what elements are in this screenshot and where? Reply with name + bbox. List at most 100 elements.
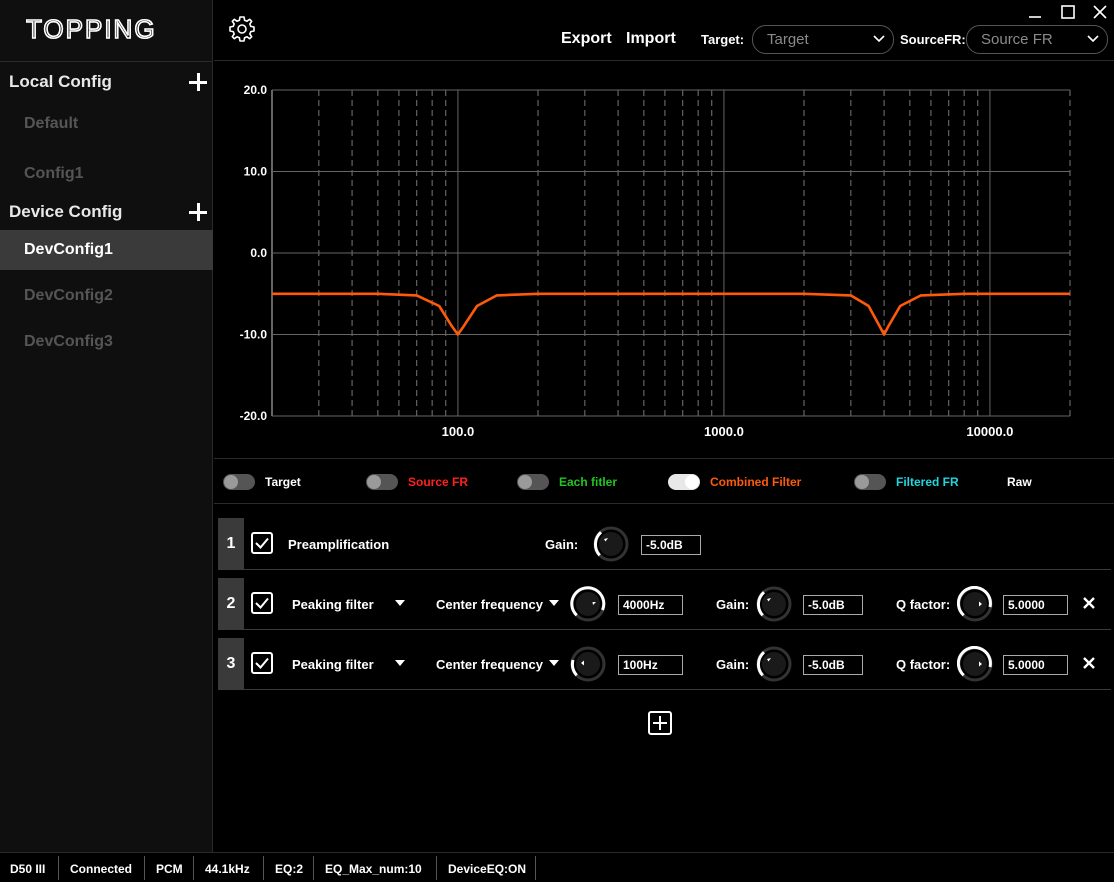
toggle-each-filter[interactable] [517, 474, 549, 490]
status-eq-count: EQ:2 [275, 862, 304, 876]
target-select[interactable]: Target [752, 25, 894, 54]
app-window: TOPPING Local Config Default Config1 Dev… [0, 0, 1114, 882]
y-tick-label: 0.0 [250, 246, 267, 260]
topping-logo: TOPPING [26, 14, 157, 44]
frequency-response-chart[interactable]: 20.0 10.0 0.0 -10.0 -20.0 100.0 1000.0 10000.0 [214, 62, 1114, 458]
status-separator [58, 856, 59, 880]
filter-type-select[interactable]: Peaking filter [292, 597, 374, 612]
import-button[interactable]: Import [626, 30, 676, 48]
maximize-icon[interactable] [1059, 3, 1077, 21]
filter-index: 3 [218, 638, 244, 690]
frequency-input[interactable]: 100Hz [618, 655, 683, 675]
filter-row: 2 Peaking filter Center frequency 4000Hz… [218, 578, 1111, 630]
gain-knob[interactable] [756, 586, 792, 622]
sourcefr-label: SourceFR: [900, 32, 966, 47]
device-config-heading: Device Config [9, 202, 123, 221]
caret-down-icon[interactable] [395, 660, 405, 666]
sidebar: TOPPING Local Config Default Config1 Dev… [0, 0, 213, 852]
add-device-config-icon[interactable] [188, 202, 208, 222]
toggle-label-combined-filter: Combined Filter [710, 475, 802, 489]
toggle-label-raw[interactable]: Raw [1007, 475, 1032, 489]
toggle-source-fr[interactable] [366, 474, 398, 490]
close-window-icon[interactable] [1091, 3, 1109, 21]
filter-enable-checkbox[interactable] [251, 592, 273, 614]
toggle-knob [685, 475, 699, 489]
frequency-knob[interactable] [570, 646, 606, 682]
toggle-label-each-filter: Each fitler [559, 475, 618, 489]
device-config-item-devconfig2[interactable]: DevConfig2 [0, 276, 213, 316]
add-local-config-icon[interactable] [188, 72, 208, 92]
checkmark-icon [255, 537, 269, 549]
status-format: PCM [156, 862, 183, 876]
toggle-knob [224, 475, 238, 489]
preamp-gain-input[interactable]: -5.0dB [641, 535, 701, 555]
checkmark-icon [255, 657, 269, 669]
q-factor-input[interactable]: 5.0000 [1003, 595, 1068, 615]
gain-knob[interactable] [756, 646, 792, 682]
chevron-down-icon [873, 35, 885, 43]
toggle-filtered-fr[interactable] [854, 474, 886, 490]
target-select-value: Target [767, 31, 809, 48]
status-device: D50 III [10, 862, 46, 876]
center-frequency-select[interactable]: Center frequency [436, 657, 543, 672]
status-separator [193, 856, 194, 880]
sidebar-divider [0, 61, 213, 62]
toggle-knob [518, 475, 532, 489]
series-line-combined-filter [272, 292, 1070, 336]
caret-down-icon[interactable] [549, 660, 559, 666]
x-tick-label: 100.0 [442, 424, 475, 439]
top-bar: Export Import Target: Target SourceFR: S… [214, 0, 1114, 61]
frequency-input[interactable]: 4000Hz [618, 595, 683, 615]
y-tick-label: -10.0 [240, 328, 268, 342]
chart-y-axis: 20.0 10.0 0.0 -10.0 -20.0 [240, 83, 268, 423]
filter-type-select[interactable]: Peaking filter [292, 657, 374, 672]
q-factor-knob[interactable] [957, 586, 993, 622]
gain-label: Gain: [716, 597, 750, 612]
toggle-combined-filter[interactable] [668, 474, 700, 490]
filter-index: 1 [218, 518, 244, 570]
status-samplerate: 44.1kHz [205, 862, 250, 876]
toggle-target[interactable] [223, 474, 255, 490]
status-eq-max: EQ_Max_num:10 [325, 862, 422, 876]
minimize-icon[interactable] [1026, 3, 1044, 21]
status-separator [263, 856, 264, 880]
local-config-item-config1[interactable]: Config1 [0, 154, 213, 194]
y-tick-label: 10.0 [244, 165, 268, 179]
status-separator [144, 856, 145, 880]
chart-series [272, 292, 1070, 336]
q-factor-knob[interactable] [957, 646, 993, 682]
delete-filter-icon[interactable] [1082, 596, 1096, 610]
center-frequency-select[interactable]: Center frequency [436, 597, 543, 612]
caret-down-icon[interactable] [549, 600, 559, 606]
preamp-gain-knob[interactable] [593, 526, 629, 562]
export-button[interactable]: Export [561, 30, 612, 48]
local-config-item-default[interactable]: Default [0, 104, 213, 144]
delete-filter-icon[interactable] [1082, 656, 1096, 670]
filter-enable-checkbox[interactable] [251, 532, 273, 554]
device-config-item-devconfig3[interactable]: DevConfig3 [0, 322, 213, 362]
checkmark-icon [255, 597, 269, 609]
toggle-knob [855, 475, 869, 489]
gear-icon[interactable] [229, 16, 255, 42]
sourcefr-select-value: Source FR [981, 31, 1053, 48]
preamp-label: Preamplification [288, 537, 390, 552]
device-config-item-devconfig1[interactable]: DevConfig1 [0, 230, 213, 270]
q-factor-input[interactable]: 5.0000 [1003, 655, 1068, 675]
x-tick-label: 10000.0 [966, 424, 1013, 439]
sourcefr-select[interactable]: Source FR [966, 25, 1108, 54]
toggle-knob [367, 475, 381, 489]
frequency-knob[interactable] [570, 586, 606, 622]
add-filter-icon[interactable] [648, 711, 672, 735]
status-bar: D50 III Connected PCM 44.1kHz EQ:2 EQ_Ma… [0, 852, 1114, 882]
filter-row: 3 Peaking filter Center frequency 100Hz … [218, 638, 1111, 690]
toggle-label-filtered-fr: Filtered FR [896, 475, 959, 489]
filter-enable-checkbox[interactable] [251, 652, 273, 674]
toggle-label-source-fr: Source FR [408, 475, 469, 489]
logo-text: TOPPING [26, 14, 157, 44]
display-toggles: Target Source FR Each fitler Combined Fi… [214, 458, 1114, 504]
gain-input[interactable]: -5.0dB [803, 655, 863, 675]
caret-down-icon[interactable] [395, 600, 405, 606]
filter-row-preamp: 1 Preamplification Gain: -5.0dB [218, 518, 1111, 570]
gain-input[interactable]: -5.0dB [803, 595, 863, 615]
chevron-down-icon [1087, 35, 1099, 43]
